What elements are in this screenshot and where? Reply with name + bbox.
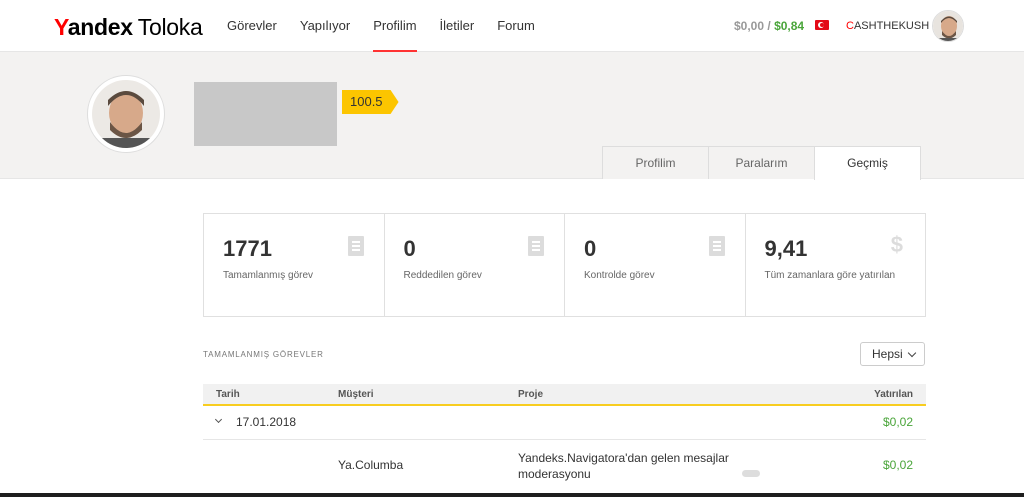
profile-avatar (88, 76, 164, 152)
stat-value: 0 (584, 236, 597, 261)
chevron-down-icon[interactable] (214, 415, 223, 424)
stat-value: 0 (403, 236, 416, 261)
column-header-date[interactable]: Tarih (216, 389, 240, 400)
rating-badge: 100.5 (342, 90, 399, 114)
balance-separator: / (767, 19, 771, 33)
row-amount: $0,02 (882, 458, 913, 472)
stat-label: Tüm zamanlara göre yatırılan (764, 270, 896, 281)
balance-available: $0,00 (734, 19, 765, 33)
turkey-flag-icon[interactable] (815, 20, 829, 30)
document-icon (528, 236, 544, 256)
username[interactable]: CASHTHEKUSH (846, 20, 929, 32)
filter-value: Hepsi (872, 347, 903, 361)
redacted-name (194, 82, 337, 146)
stat-completed: 1771 Tamamlanmış görev (204, 214, 385, 316)
tab-history[interactable]: Geçmiş (814, 146, 921, 180)
logo-product: Toloka (137, 14, 203, 40)
group-date: 17.01.2018 (236, 415, 297, 429)
nav-item-profile[interactable]: Profilim (373, 0, 417, 52)
profile-tabs: Profilim Paralarım Geçmiş (602, 146, 921, 180)
logo-brand-rest: andex (67, 14, 133, 40)
balance-total: $0,84 (774, 19, 805, 33)
stat-value: 9,41 (764, 236, 808, 261)
row-project: Yandeks.Navigatora'dan gelen mesajlar mo… (518, 451, 729, 481)
table-group-row[interactable]: 17.01.2018 $0,02 (203, 406, 926, 440)
completed-tasks-title: TAMAMLANMIŞ GÖREVLER (203, 350, 324, 359)
top-header: Yandex Toloka Görevler Yapılıyor Profilim… (0, 0, 1024, 52)
row-details-handle[interactable] (742, 470, 760, 477)
dollar-icon: $ (890, 232, 903, 257)
yandex-toloka-logo[interactable]: Yandex Toloka (54, 14, 203, 41)
stat-label: Reddedilen görev (403, 270, 482, 281)
stat-label: Kontrolde görev (584, 270, 655, 281)
column-header-project[interactable]: Proje (518, 389, 543, 400)
stat-label: Tamamlanmış görev (223, 270, 314, 281)
column-header-client[interactable]: Müşteri (338, 389, 374, 400)
nav-item-tasks[interactable]: Görevler (227, 0, 277, 52)
filter-select[interactable]: Hepsi (860, 342, 925, 366)
table-header: Tarih Müşteri Proje Yatırılan (203, 384, 926, 406)
user-photo-icon (933, 11, 963, 41)
tab-money[interactable]: Paralarım (708, 146, 815, 179)
chevron-down-icon (907, 348, 917, 358)
profile-photo-icon (92, 80, 160, 148)
stat-rejected: 0 Reddedilen görev (385, 214, 565, 316)
username-initial: C (846, 20, 854, 32)
tab-profile[interactable]: Profilim (602, 146, 709, 179)
profile-header: 100.5 Profilim Paralarım Geçmiş (0, 52, 1024, 180)
stat-value: 1771 (223, 236, 272, 261)
main-nav: Görevler Yapılıyor Profilim İletiler For… (227, 0, 558, 52)
stats-panel: 1771 Tamamlanmış görev 0 Reddedilen göre… (203, 213, 926, 317)
logo-initial: Y (54, 14, 68, 40)
nav-item-in-progress[interactable]: Yapılıyor (300, 0, 350, 52)
table-row[interactable]: Ya.Columba Yandeks.Navigatora'dan gelen … (203, 440, 926, 492)
group-amount: $0,02 (882, 415, 913, 429)
column-header-paid[interactable]: Yatırılan (874, 389, 913, 400)
avatar[interactable] (932, 10, 964, 42)
stat-total-paid: 9,41 Tüm zamanlara göre yatırılan $ (746, 214, 926, 316)
username-rest: ASHTHEKUSH (853, 20, 930, 32)
nav-item-forum[interactable]: Forum (497, 0, 535, 52)
nav-item-messages[interactable]: İletiler (440, 0, 475, 52)
balance[interactable]: $0,00 / $0,84 (734, 19, 804, 33)
stat-under-review: 0 Kontrolde görev (565, 214, 746, 316)
row-client: Ya.Columba (338, 458, 404, 472)
document-icon (708, 236, 725, 256)
document-icon (347, 236, 364, 256)
completed-tasks-table: Tarih Müşteri Proje Yatırılan 17.01.2018… (203, 384, 926, 492)
window-bottom-edge (0, 493, 1024, 497)
